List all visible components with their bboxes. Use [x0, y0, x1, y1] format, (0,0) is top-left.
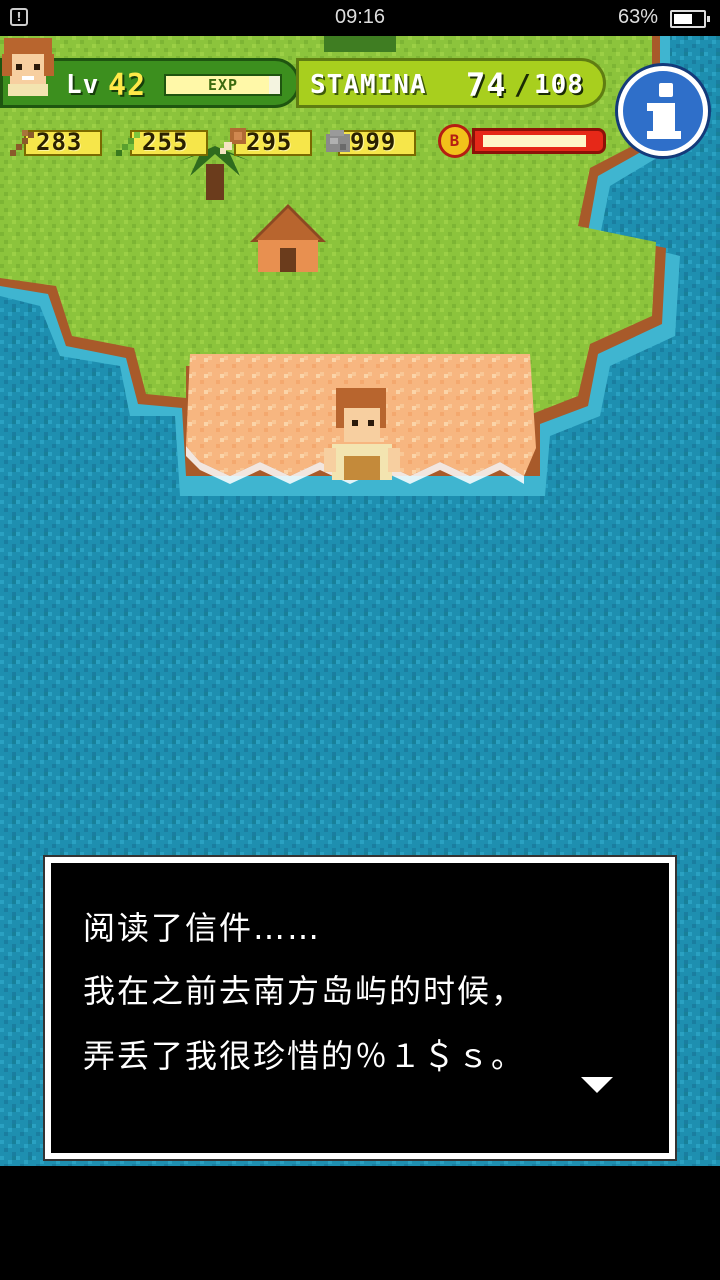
stamina-current: 74 — [466, 66, 507, 104]
battery-icon — [670, 10, 710, 28]
game-viewport[interactable]: Lv 42 EXP STAMINA 74 / 108 283 255 295 9… — [0, 36, 720, 1166]
resource-stone: 999 — [320, 128, 416, 158]
dialog-line-3: 弄丢了我很珍惜的％１＄ｓ。 — [83, 1037, 526, 1075]
level-value: 42 — [108, 68, 147, 103]
buff-badge: B — [438, 124, 472, 158]
bottom-letterbox — [0, 1166, 720, 1280]
exp-label: EXP — [207, 76, 239, 94]
resource-leaf: 255 — [112, 128, 208, 158]
buff-bar — [472, 128, 606, 154]
exp-bar: EXP — [164, 74, 282, 96]
dialog-box[interactable]: 阅读了信件…… 我在之前去南方岛屿的时候， 弄丢了我很珍惜的％１＄ｓ。 — [43, 855, 677, 1161]
level-label: Lv — [66, 70, 100, 100]
stone-count: 999 — [350, 128, 397, 156]
clock: 09:16 — [334, 6, 386, 28]
leaf-count: 255 — [142, 128, 189, 156]
down-arrow-icon[interactable] — [581, 1077, 613, 1093]
resource-meat: 295 — [216, 128, 312, 158]
stamina-separator: / — [514, 68, 532, 101]
stamina-max: 108 — [534, 70, 584, 100]
resource-branch: 283 — [6, 128, 102, 158]
battery-percent: 63% — [617, 6, 658, 28]
branch-count: 283 — [36, 128, 83, 156]
stamina-label: STAMINA — [310, 70, 427, 100]
info-button[interactable] — [618, 66, 708, 156]
buff-meter: B — [438, 124, 606, 160]
status-bar: ! 09:16 63% — [0, 0, 720, 36]
dialog-line-1: 阅读了信件…… — [83, 909, 322, 947]
avatar — [2, 38, 54, 96]
dialog-line-2: 我在之前去南方岛屿的时候， — [83, 972, 526, 1010]
info-icon — [659, 83, 673, 97]
meat-count: 295 — [246, 128, 293, 156]
